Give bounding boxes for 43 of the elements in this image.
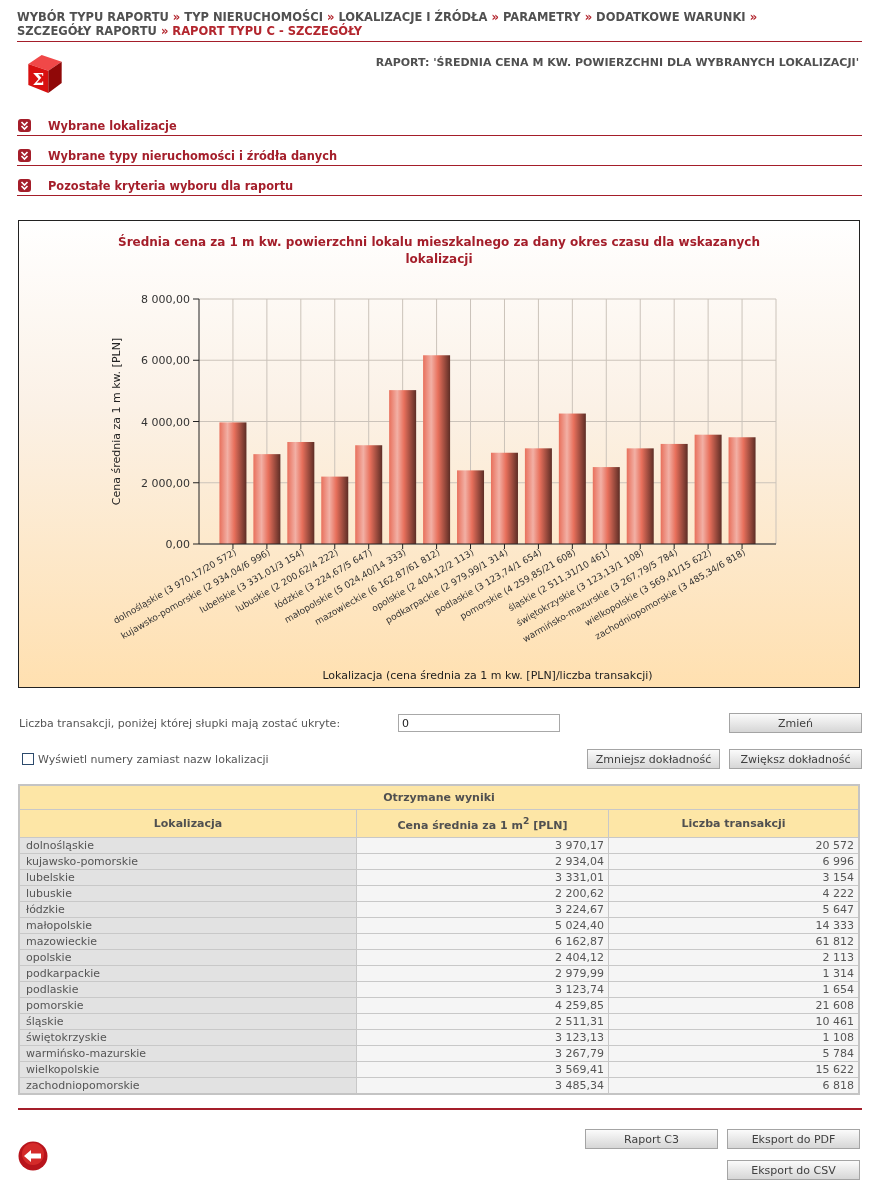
chart-bar: [321, 476, 349, 544]
double-chevron-down-icon[interactable]: [18, 179, 31, 192]
table-title: Otrzymane wyniki: [19, 785, 859, 810]
action-button[interactable]: Raport C3: [585, 1129, 718, 1149]
action-button[interactable]: Eksport do PDF: [727, 1129, 860, 1149]
breadcrumb-separator: »: [749, 10, 758, 24]
double-chevron-down-icon[interactable]: [18, 149, 31, 162]
breadcrumb-separator: »: [160, 24, 169, 38]
column-header: Liczba transakcji: [608, 809, 859, 838]
y-tick-label: 8 000,00: [141, 293, 190, 306]
breadcrumb-item: RAPORT TYPU C - SZCZEGÓŁY: [172, 24, 363, 38]
double-chevron-down-icon[interactable]: [18, 119, 31, 132]
precision-button[interactable]: Zmniejsz dokładność: [587, 749, 720, 769]
threshold-input[interactable]: 0: [398, 714, 560, 732]
y-tick-label: 6 000,00: [141, 354, 190, 368]
column-header: Lokalizacja: [19, 809, 357, 838]
breadcrumb-item[interactable]: TYP NIERUCHOMOŚCI: [184, 10, 323, 24]
section-toggle[interactable]: Wybrane lokalizacje: [48, 118, 177, 133]
checkbox-label[interactable]: Wyświetl numery zamiast nazw lokalizacji: [38, 752, 269, 766]
report-title: RAPORT: 'ŚREDNIA CENA M KW. POWIERZCHNI DLA WYBRANYCH LOKALIZACJI': [375, 56, 859, 69]
breadcrumb-item[interactable]: DODATKOWE WARUNKI: [596, 10, 746, 24]
x-axis-title: Lokalizacja (cena średnia za 1 m kw. [PLN]/liczba transakcji): [322, 669, 653, 682]
y-tick-label: 0,00: [165, 538, 190, 551]
breadcrumb-separator: »: [172, 10, 181, 24]
action-button[interactable]: Eksport do CSV: [727, 1160, 860, 1180]
breadcrumb-separator: »: [491, 10, 499, 24]
section-toggle[interactable]: Wybrane typy nieruchomości i źródła danych: [48, 148, 338, 163]
column-header: Cena średnia za 1 m$^{2}$ [PLN]: [356, 809, 609, 838]
precision-button[interactable]: Zwiększ dokładność: [729, 749, 862, 769]
breadcrumb-item[interactable]: SZCZEGÓŁY RAPORTU: [17, 24, 157, 38]
breadcrumb-item[interactable]: LOKALIZACJE I ŹRÓDŁA: [338, 10, 488, 24]
checkbox[interactable]: [22, 753, 34, 765]
breadcrumb-item[interactable]: PARAMETRY: [502, 10, 581, 24]
y-axis-title: Cena średnia za 1 m kw. [PLN]: [110, 337, 123, 506]
apply-button[interactable]: Zmień: [729, 713, 862, 733]
y-tick-label: 2 000,00: [141, 476, 190, 490]
chart-title: Średnia cena za 1 m kw. powierzchni lokalu mieszkalnego za dany okres czasu dla wskazanych lokalizacji: [117, 234, 761, 267]
threshold-label: Liczba transakcji, poniżej której słupki mają zostać ukryte:: [19, 716, 342, 730]
breadcrumb-separator: »: [584, 10, 593, 24]
y-tick-label: 4 000,00: [141, 415, 190, 429]
section-toggle[interactable]: Pozostałe kryteria wyboru dla raportu: [48, 178, 294, 193]
breadcrumb-item[interactable]: WYBÓR TYPU RAPORTU: [17, 10, 169, 24]
breadcrumb-separator: »: [326, 10, 335, 24]
